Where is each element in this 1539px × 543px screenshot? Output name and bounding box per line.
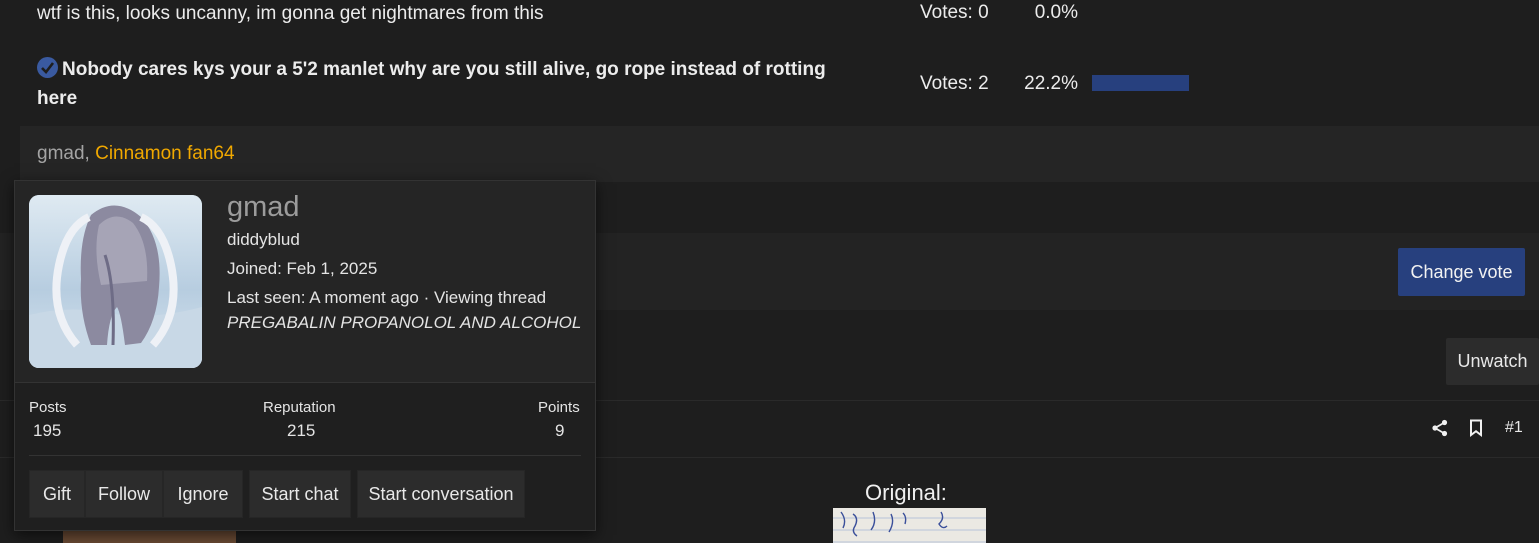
poll-option-2: Nobody cares kys your a 5'2 manlet why a…: [0, 44, 1539, 126]
voter-separator: ,: [84, 143, 96, 164]
voter-link-cinnamon[interactable]: Cinnamon fan64: [95, 143, 234, 164]
start-chat-button[interactable]: Start chat: [249, 470, 351, 518]
start-conversation-button[interactable]: Start conversation: [357, 470, 525, 518]
share-icon[interactable]: [1431, 419, 1449, 437]
member-username[interactable]: gmad: [227, 191, 300, 224]
member-tooltip: gmad diddyblud Joined: Feb 1, 2025 Last …: [14, 180, 596, 531]
voter-link-gmad[interactable]: gmad: [37, 143, 85, 164]
member-joined: Joined: Feb 1, 2025: [227, 259, 378, 278]
poll-option-percent: 22.2%: [1024, 73, 1078, 94]
stat-reputation-value: 215: [287, 421, 316, 440]
post-author-avatar[interactable]: [63, 529, 236, 543]
stat-points-label: Points: [538, 399, 580, 416]
ignore-button[interactable]: Ignore: [163, 470, 243, 518]
poll-voters-list: gmad, Cinnamon fan64: [20, 126, 1539, 182]
gift-button[interactable]: Gift: [29, 470, 85, 518]
stat-posts-label: Posts: [29, 399, 67, 416]
member-viewing-thread-link[interactable]: PREGABALIN PROPANOLOL AND ALCOHOL: [227, 313, 581, 333]
post-number-link[interactable]: #1: [1505, 419, 1523, 437]
change-vote-button[interactable]: Change vote: [1398, 248, 1525, 296]
stats-divider: [29, 455, 581, 456]
unwatch-button[interactable]: Unwatch: [1446, 338, 1539, 385]
bookmark-icon[interactable]: [1469, 419, 1483, 438]
poll-option-1: wtf is this, looks uncanny, im gonna get…: [0, 0, 1539, 44]
original-label: Original:: [865, 480, 947, 505]
member-user-title: diddyblud: [227, 230, 300, 249]
stat-reputation-label: Reputation: [263, 399, 336, 416]
poll-option-percent: 0.0%: [1034, 2, 1078, 23]
stat-posts-value[interactable]: 195: [33, 421, 61, 441]
member-avatar[interactable]: [29, 195, 202, 368]
member-last-seen: Last seen: A moment ago · Viewing thread: [227, 288, 547, 307]
original-image[interactable]: [833, 508, 986, 543]
stat-points-value[interactable]: 9: [555, 421, 564, 441]
check-circle-icon: [37, 57, 58, 78]
poll-option-votes: Votes: 0: [920, 2, 989, 23]
follow-button[interactable]: Follow: [85, 470, 163, 518]
poll-option-votes: Votes: 2: [920, 73, 989, 94]
poll-option-text-label: Nobody cares kys your a 5'2 manlet why a…: [37, 59, 826, 109]
vote-progress-bar: [1092, 75, 1189, 91]
poll-option-text: Nobody cares kys your a 5'2 manlet why a…: [37, 55, 827, 113]
poll-option-text: wtf is this, looks uncanny, im gonna get…: [37, 3, 544, 24]
